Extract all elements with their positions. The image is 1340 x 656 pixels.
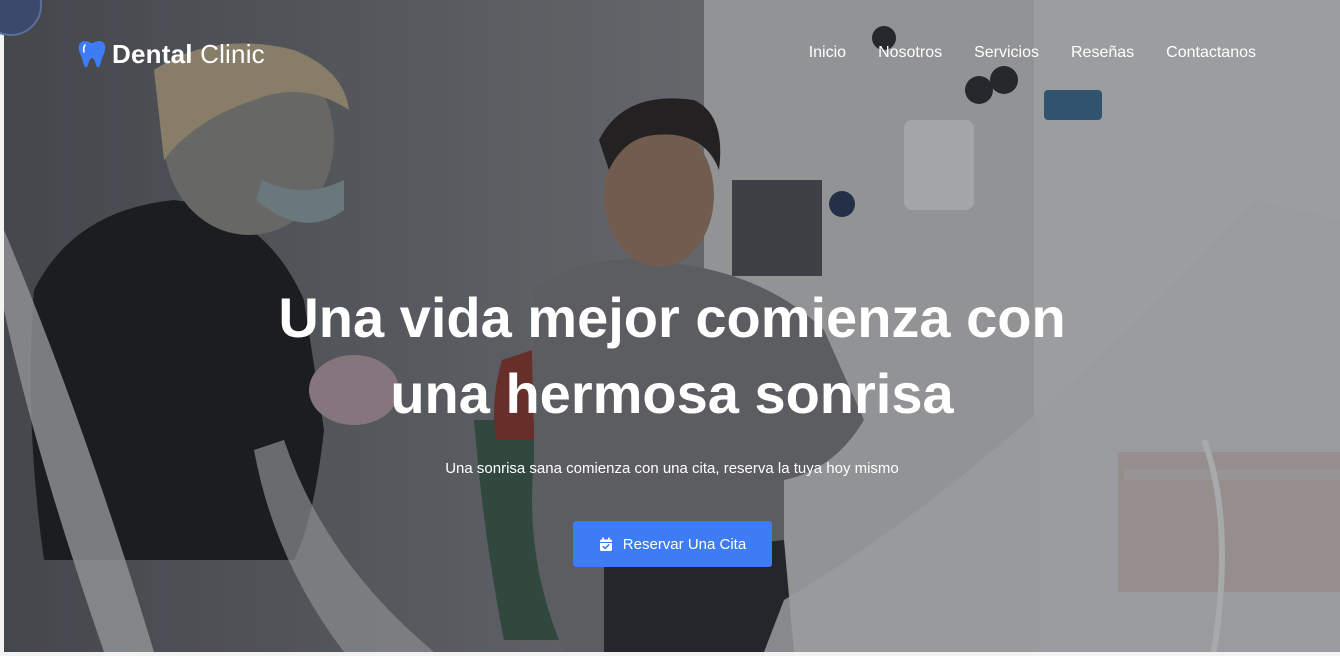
nav-link-resenas[interactable]: Reseñas — [1071, 44, 1134, 62]
hero-subtitle: Una sonrisa sana comienza con una cita, … — [445, 460, 899, 477]
calendar-check-icon — [599, 537, 612, 551]
book-appointment-button[interactable]: Reservar Una Cita — [573, 521, 772, 567]
main-nav: Inicio Nosotros Servicios Reseñas Contac… — [809, 44, 1256, 62]
nav-link-contactanos[interactable]: Contactanos — [1166, 44, 1256, 62]
hero-section: Dental Clinic Inicio Nosotros Servicios … — [4, 0, 1340, 652]
book-appointment-label: Reservar Una Cita — [622, 535, 747, 553]
nav-link-nosotros[interactable]: Nosotros — [878, 44, 942, 62]
nav-link-inicio[interactable]: Inicio — [809, 44, 846, 62]
tooth-icon — [78, 41, 106, 68]
brand-name-bold: Dental — [112, 38, 193, 69]
hero-headline-line-1: Una vida mejor comienza con — [278, 286, 1066, 349]
brand-name: Dental Clinic — [112, 39, 265, 70]
nav-link-servicios[interactable]: Servicios — [974, 44, 1039, 62]
brand-logo-link[interactable]: Dental Clinic — [76, 38, 265, 70]
hero-headline-line-2: una hermosa sonrisa — [390, 362, 954, 425]
brand-name-light: Clinic — [200, 38, 265, 69]
hero-headline: Una vida mejor comienza con una hermosa … — [4, 280, 1340, 432]
